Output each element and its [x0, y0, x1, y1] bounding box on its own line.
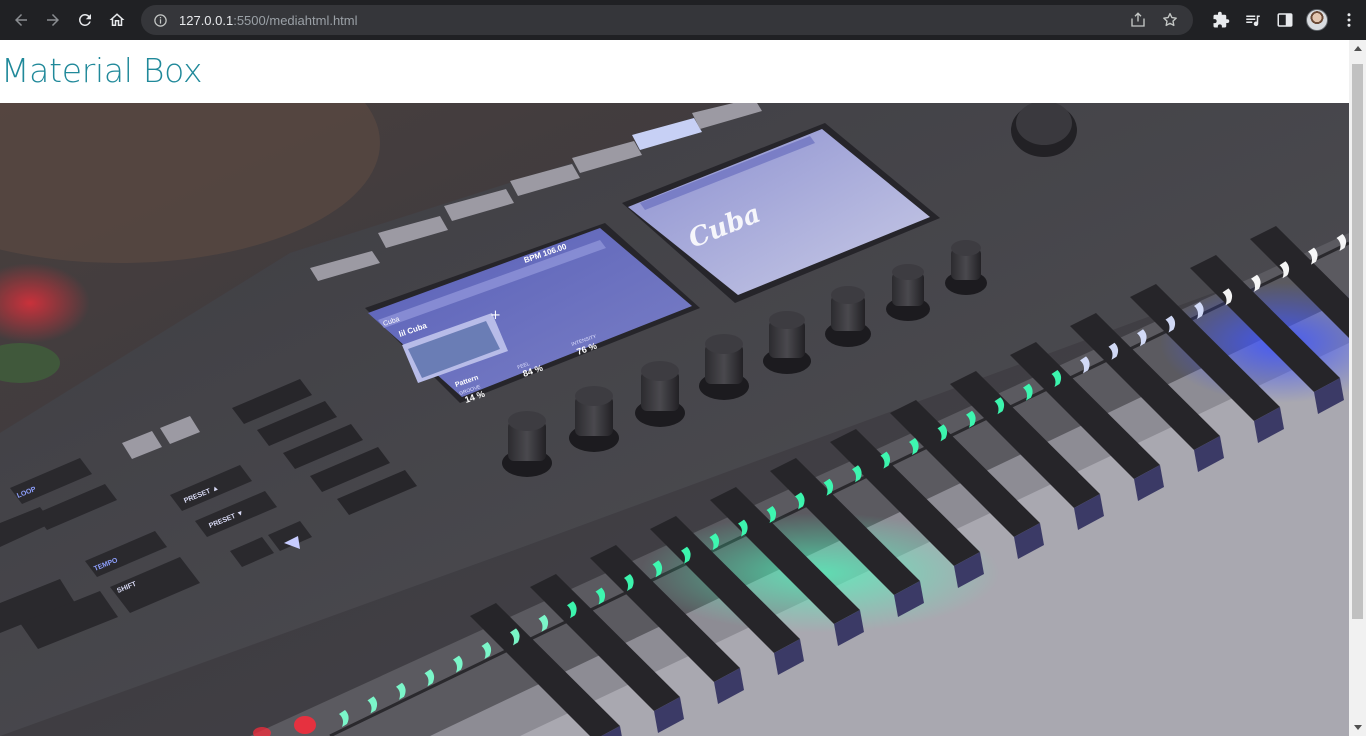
- browser-toolbar: 127.0.0.1:5500/mediahtml.html: [0, 0, 1366, 40]
- vertical-scrollbar[interactable]: [1349, 40, 1366, 736]
- back-icon[interactable]: [5, 4, 37, 36]
- media-queue-icon[interactable]: [1237, 4, 1269, 36]
- side-panel-icon[interactable]: [1269, 4, 1301, 36]
- url-host: 127.0.0.1: [179, 12, 234, 28]
- svg-text:+: +: [490, 308, 501, 323]
- url-text[interactable]: 127.0.0.1:5500/mediahtml.html: [179, 13, 1125, 28]
- home-icon[interactable]: [101, 4, 133, 36]
- url-path: :5500/mediahtml.html: [233, 12, 358, 28]
- bookmark-star-icon[interactable]: [1157, 7, 1183, 33]
- page-title: Material Box: [1, 51, 203, 90]
- scroll-thumb[interactable]: [1352, 64, 1363, 619]
- site-info-icon[interactable]: [153, 12, 169, 28]
- forward-icon[interactable]: [37, 4, 69, 36]
- profile-avatar[interactable]: [1301, 4, 1333, 36]
- scroll-up-arrow-icon[interactable]: [1349, 40, 1366, 57]
- materialbox-image[interactable]: BPM 106.00 Cuba lil Cuba + Pattern GROOV…: [0, 103, 1349, 736]
- share-icon[interactable]: [1125, 7, 1151, 33]
- menu-dots-icon[interactable]: [1333, 4, 1365, 36]
- page-viewport: Material Box BPM 106.00 Cuba lil Cuba + …: [0, 40, 1349, 736]
- scroll-down-arrow-icon[interactable]: [1349, 719, 1366, 736]
- extensions-icon[interactable]: [1205, 4, 1237, 36]
- address-bar[interactable]: 127.0.0.1:5500/mediahtml.html: [141, 5, 1193, 35]
- reload-icon[interactable]: [69, 4, 101, 36]
